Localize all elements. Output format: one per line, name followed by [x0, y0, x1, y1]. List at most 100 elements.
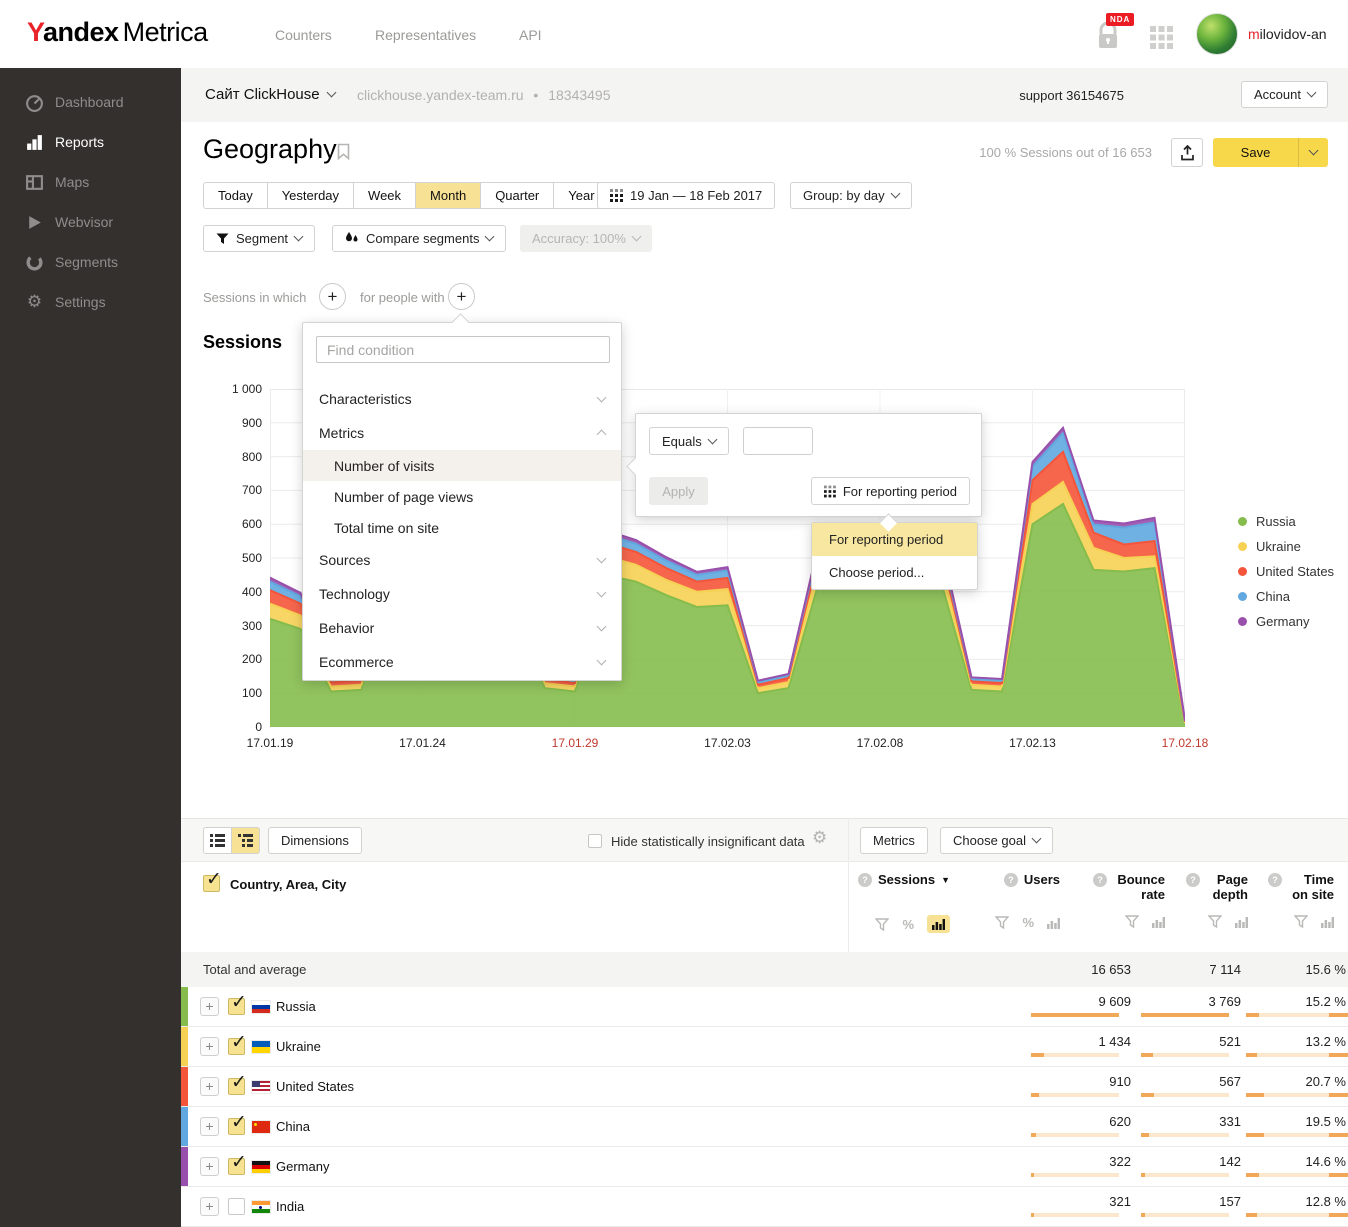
column-header-bounce-rate[interactable]: ? Bounce rate [1065, 872, 1165, 902]
flat-list-view-button[interactable] [203, 827, 232, 854]
apps-grid-icon[interactable] [1150, 26, 1173, 54]
dimension-checkbox[interactable] [203, 875, 220, 892]
sidebar-item-maps[interactable]: Maps [0, 162, 181, 202]
row-label[interactable]: United States [276, 1079, 354, 1094]
filter-icon[interactable] [1208, 915, 1222, 928]
sidebar-item-dashboard[interactable]: Dashboard [0, 82, 181, 122]
expand-row-button[interactable]: + [200, 1197, 219, 1216]
gear-icon[interactable]: ⚙ [812, 828, 827, 848]
tab-yesterday[interactable]: Yesterday [267, 182, 354, 209]
apply-button[interactable]: Apply [649, 477, 708, 505]
save-button[interactable]: Save [1213, 138, 1328, 167]
dimensions-button[interactable]: Dimensions [268, 827, 362, 854]
tab-week[interactable]: Week [353, 182, 416, 209]
condition-item-number-of-page-views[interactable]: Number of page views [303, 481, 621, 512]
group-by-button[interactable]: Group: by day [790, 182, 912, 209]
lock-icon[interactable] [1096, 22, 1120, 50]
row-label[interactable]: Germany [276, 1159, 329, 1174]
date-range-button[interactable]: 19 Jan — 18 Feb 2017 [597, 182, 775, 209]
yandex-metrica-logo[interactable]: YandexMetrica [27, 17, 208, 48]
sidebar-item-settings[interactable]: ⚙ Settings [0, 282, 181, 322]
cell-page-depth: 2.74 [1329, 994, 1348, 1009]
accuracy-button[interactable]: Accuracy: 100% [520, 225, 652, 252]
export-button[interactable] [1171, 138, 1203, 167]
condition-group-behavior[interactable]: Behavior [303, 611, 621, 645]
condition-group-ecommerce[interactable]: Ecommerce [303, 645, 621, 679]
row-checkbox[interactable] [228, 1158, 245, 1175]
percent-mode-icon[interactable]: % [1022, 915, 1034, 930]
filter-icon[interactable] [1294, 915, 1308, 928]
expand-row-button[interactable]: + [200, 1077, 219, 1096]
condition-group-metrics[interactable]: Metrics [303, 416, 621, 450]
row-checkbox[interactable] [228, 998, 245, 1015]
row-label[interactable]: India [276, 1199, 304, 1214]
save-dropdown-arrow[interactable] [1298, 138, 1328, 167]
condition-group-technology[interactable]: Technology [303, 577, 621, 611]
metrics-button[interactable]: Metrics [860, 827, 928, 854]
row-checkbox[interactable] [228, 1118, 245, 1135]
help-icon[interactable]: ? [1004, 873, 1018, 887]
row-label[interactable]: Russia [276, 999, 316, 1014]
help-icon[interactable]: ? [1186, 873, 1200, 887]
legend-item-china[interactable]: China [1238, 589, 1290, 604]
column-header-users[interactable]: ? Users [950, 872, 1060, 887]
bar-mode-icon[interactable] [927, 915, 950, 933]
row-checkbox[interactable] [228, 1078, 245, 1095]
row-checkbox[interactable] [228, 1038, 245, 1055]
help-icon[interactable]: ? [858, 873, 872, 887]
bookmark-icon[interactable] [337, 143, 350, 165]
sidebar-item-segments[interactable]: Segments [0, 242, 181, 282]
filter-icon[interactable] [875, 918, 889, 931]
account-button[interactable]: Account [1241, 81, 1328, 108]
nav-api[interactable]: API [519, 27, 542, 43]
nav-representatives[interactable]: Representatives [375, 27, 476, 43]
add-session-condition-button[interactable]: + [319, 283, 346, 310]
expand-row-button[interactable]: + [200, 1157, 219, 1176]
sidebar-item-webvisor[interactable]: Webvisor [0, 202, 181, 242]
row-label[interactable]: Ukraine [276, 1039, 321, 1054]
expand-row-button[interactable]: + [200, 1117, 219, 1136]
for-reporting-period-button[interactable]: For reporting period [811, 477, 970, 505]
tab-quarter[interactable]: Quarter [480, 182, 554, 209]
percent-mode-icon[interactable]: % [902, 917, 914, 932]
tab-today[interactable]: Today [203, 182, 268, 209]
legend-item-ukraine[interactable]: Ukraine [1238, 539, 1301, 554]
bar-mode-icon[interactable] [1321, 916, 1334, 928]
row-checkbox[interactable] [228, 1198, 245, 1215]
condition-item-number-of-visits[interactable]: Number of visits [303, 450, 621, 481]
column-header-sessions[interactable]: ? Sessions ▼ [810, 872, 950, 887]
tree-view-button[interactable] [231, 827, 260, 854]
period-option-choose-period[interactable]: Choose period... [812, 556, 977, 589]
help-icon[interactable]: ? [1268, 873, 1282, 887]
add-people-condition-button[interactable]: + [448, 283, 475, 310]
period-option-for-reporting-period[interactable]: For reporting period [812, 523, 977, 556]
condition-value-input[interactable] [743, 427, 813, 455]
help-icon[interactable]: ? [1093, 873, 1107, 887]
nav-counters[interactable]: Counters [275, 27, 332, 43]
row-label[interactable]: China [276, 1119, 310, 1134]
legend-item-russia[interactable]: Russia [1238, 514, 1296, 529]
column-header-page-depth[interactable]: ? Page depth [1153, 872, 1248, 902]
bar-mode-icon[interactable] [1047, 917, 1060, 929]
avatar[interactable] [1196, 13, 1238, 55]
expand-row-button[interactable]: + [200, 997, 219, 1016]
operator-select[interactable]: Equals [649, 427, 729, 455]
compare-segments-button[interactable]: Compare segments [332, 225, 506, 252]
hide-insignificant-checkbox[interactable] [588, 834, 602, 848]
tab-month[interactable]: Month [415, 182, 481, 209]
expand-row-button[interactable]: + [200, 1037, 219, 1056]
condition-group-sources[interactable]: Sources [303, 543, 621, 577]
legend-item-germany[interactable]: Germany [1238, 614, 1309, 629]
site-selector[interactable]: Сайт ClickHouse [205, 86, 335, 103]
filter-icon[interactable] [995, 916, 1009, 929]
username[interactable]: milovidov-an [1248, 26, 1327, 42]
column-header-time-on-site[interactable]: ? Time on site [1239, 872, 1334, 902]
condition-group-characteristics[interactable]: Characteristics [303, 382, 621, 416]
segment-button[interactable]: Segment [203, 225, 315, 252]
find-condition-input[interactable] [316, 336, 610, 363]
filter-icon[interactable] [1125, 915, 1139, 928]
choose-goal-button[interactable]: Choose goal [940, 827, 1053, 854]
sidebar-item-reports[interactable]: Reports [0, 122, 181, 162]
condition-item-total-time-on-site[interactable]: Total time on site [303, 512, 621, 543]
legend-item-united-states[interactable]: United States [1238, 564, 1334, 579]
